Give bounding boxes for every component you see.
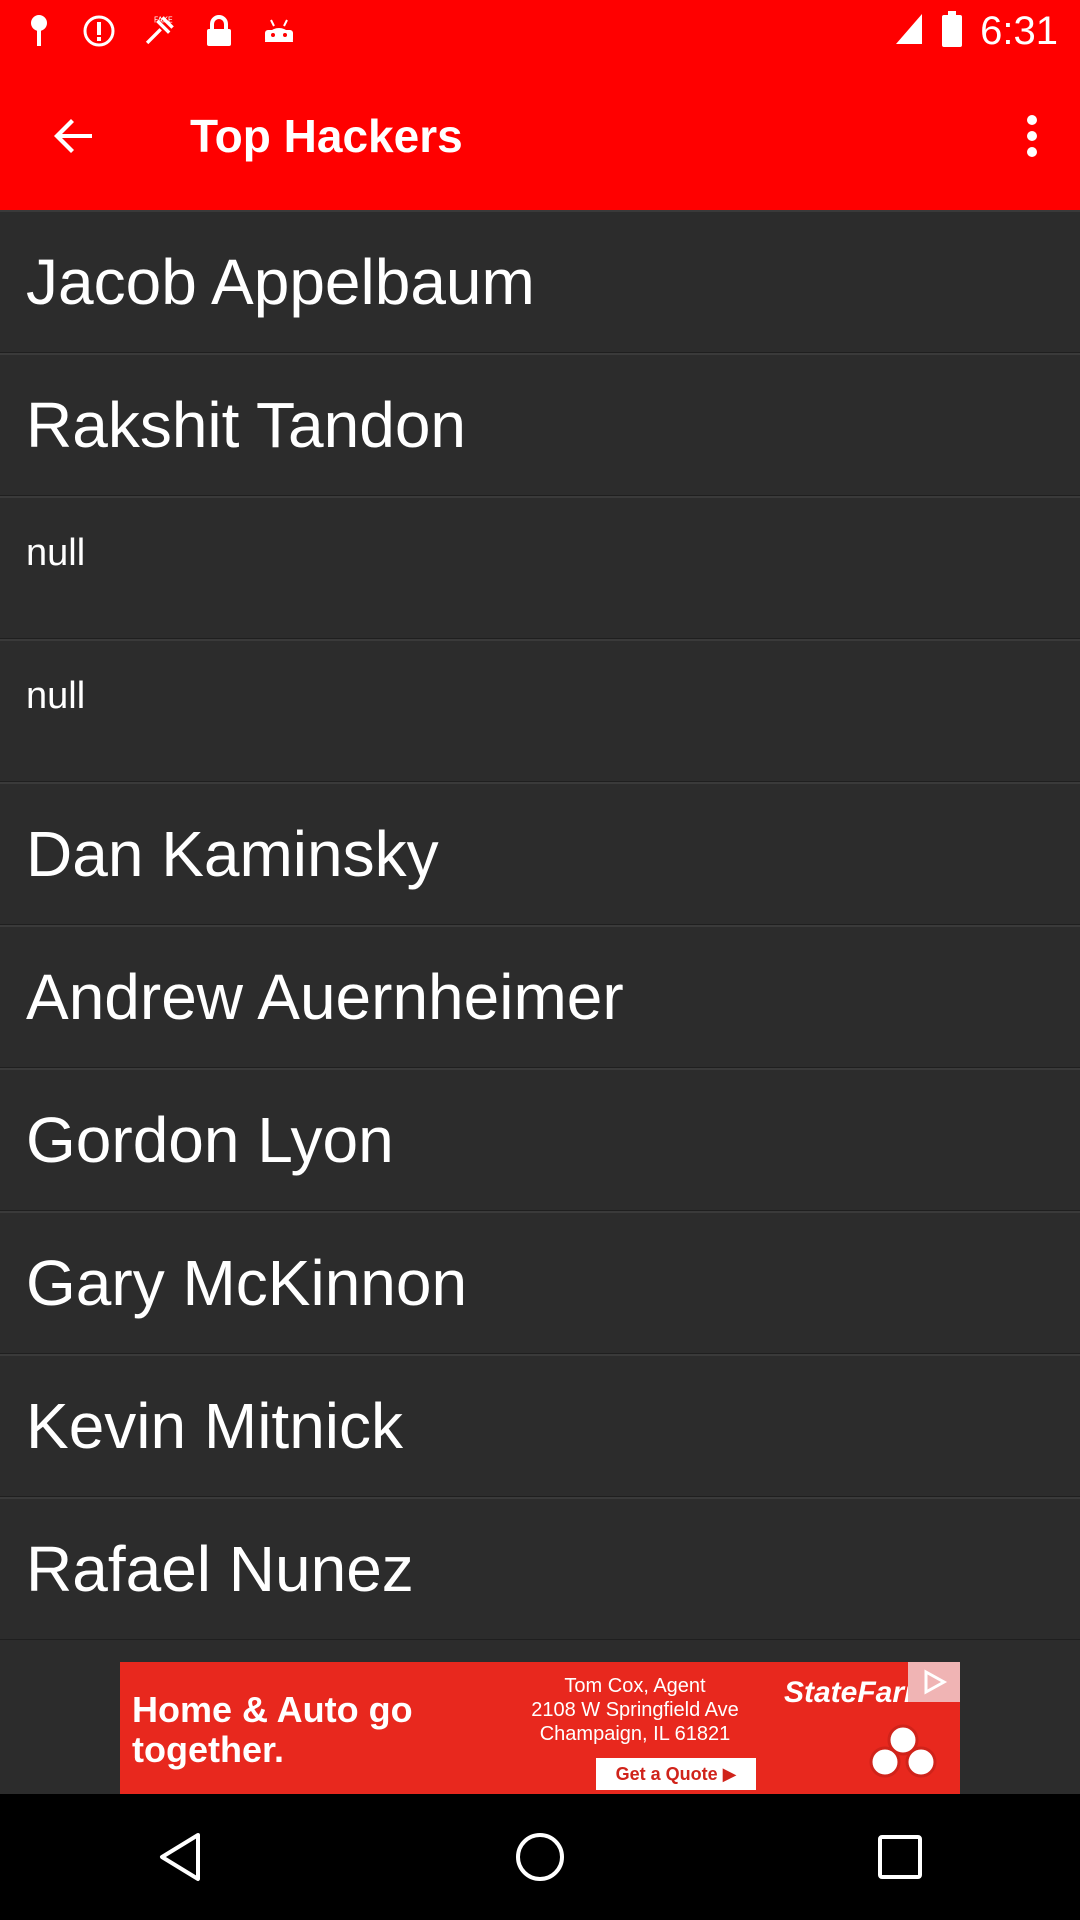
list-item[interactable]: Dan Kaminsky	[0, 782, 1080, 925]
more-vert-icon	[1027, 115, 1037, 157]
ad-get-quote-button[interactable]: Get a Quote ▶	[596, 1758, 756, 1790]
ad-choices-icon[interactable]	[908, 1662, 960, 1702]
ad-agent-address: 2108 W Springfield Ave	[531, 1699, 739, 1721]
nav-home-icon	[516, 1833, 564, 1881]
ad-banner[interactable]: Home & Auto go together. Tom Cox, Agent …	[120, 1662, 960, 1794]
list-item[interactable]: null	[0, 639, 1080, 782]
hacker-list: Jacob Appelbaum Rakshit Tandon null null…	[0, 210, 1080, 1640]
ad-headline: Home & Auto go together.	[132, 1689, 413, 1770]
nav-recents-icon	[878, 1835, 922, 1879]
nav-back-button[interactable]	[105, 1794, 255, 1920]
app-bar: Top Hackers	[0, 62, 1080, 210]
list-item[interactable]: null	[0, 496, 1080, 639]
list-item[interactable]: Gary McKinnon	[0, 1211, 1080, 1354]
status-bar: FAKE 6:31	[0, 0, 1080, 62]
status-clock: 6:31	[980, 8, 1058, 53]
statefarm-logo-icon	[858, 1722, 948, 1787]
location-pin-icon	[22, 14, 56, 48]
lock-icon	[202, 14, 236, 48]
system-nav-bar	[0, 1794, 1080, 1920]
arrow-back-icon	[54, 119, 92, 153]
nav-recents-button[interactable]	[825, 1794, 975, 1920]
android-icon	[262, 14, 296, 48]
nav-back-icon	[160, 1833, 200, 1881]
list-item[interactable]: Gordon Lyon	[0, 1068, 1080, 1211]
signal-icon	[894, 12, 924, 51]
back-button[interactable]	[0, 62, 148, 210]
list-item[interactable]: Rafael Nunez	[0, 1497, 1080, 1640]
list-item[interactable]: Andrew Auernheimer	[0, 925, 1080, 1068]
battery-icon	[942, 10, 963, 52]
ad-agent-city: Champaign, IL 61821	[539, 1723, 731, 1745]
svg-text:FAKE: FAKE	[154, 16, 173, 25]
list-item[interactable]: Kevin Mitnick	[0, 1354, 1080, 1497]
ad-agent-name: Tom Cox, Agent	[564, 1675, 706, 1697]
fake-gps-icon: FAKE	[142, 14, 176, 48]
nav-home-button[interactable]	[465, 1794, 615, 1920]
alert-icon	[82, 14, 116, 48]
list-item[interactable]: Jacob Appelbaum	[0, 210, 1080, 353]
page-title: Top Hackers	[190, 110, 463, 162]
ad-agent-info: Tom Cox, Agent 2108 W Springfield Ave Ch…	[520, 1674, 750, 1746]
overflow-menu-button[interactable]	[984, 62, 1080, 210]
list-item[interactable]: Rakshit Tandon	[0, 353, 1080, 496]
